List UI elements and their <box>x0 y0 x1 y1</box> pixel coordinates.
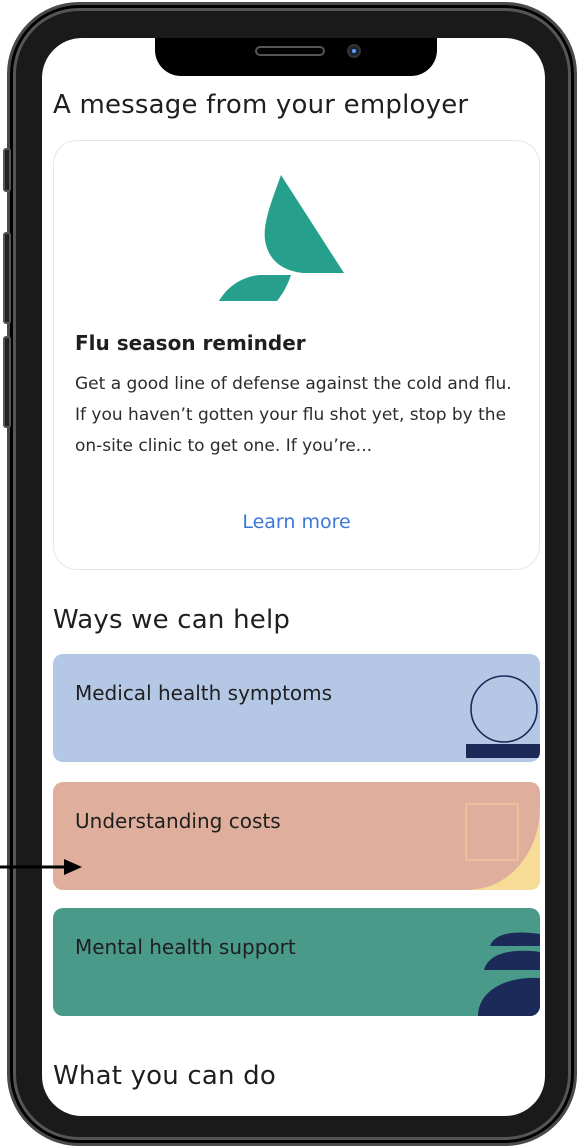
help-card-label: Understanding costs <box>75 809 281 833</box>
front-camera-icon <box>347 44 361 58</box>
help-card-label: Medical health symptoms <box>75 681 333 705</box>
stacked-stones-icon <box>478 932 540 1016</box>
actions-heading: What you can do <box>53 1061 276 1091</box>
help-card-mental[interactable]: Mental health support <box>53 908 540 1016</box>
side-button-volume-down <box>3 336 11 428</box>
employer-message-card[interactable]: Flu season reminder Get a good line of d… <box>53 140 540 570</box>
help-heading: Ways we can help <box>53 605 291 635</box>
annotation-arrow-icon <box>0 859 82 875</box>
square-quarter-circle-icon <box>465 803 540 890</box>
employer-message-heading: A message from your employer <box>53 90 469 120</box>
speaker-grille <box>255 46 325 56</box>
card-body: Get a good line of defense against the c… <box>75 374 512 456</box>
help-card-medical[interactable]: Medical health symptoms <box>53 654 540 762</box>
phone-notch <box>155 38 437 76</box>
card-title: Flu season reminder <box>75 331 306 355</box>
help-card-label: Mental health support <box>75 935 296 959</box>
help-card-costs[interactable]: Understanding costs <box>53 782 540 890</box>
circle-pedestal-icon <box>466 675 540 758</box>
phone-screen: A message from your employer Flu season … <box>42 38 545 1116</box>
learn-more-link[interactable]: Learn more <box>54 511 539 533</box>
side-button-mute <box>3 148 11 192</box>
brand-logo-icon <box>219 175 344 301</box>
side-button-volume-up <box>3 232 11 324</box>
